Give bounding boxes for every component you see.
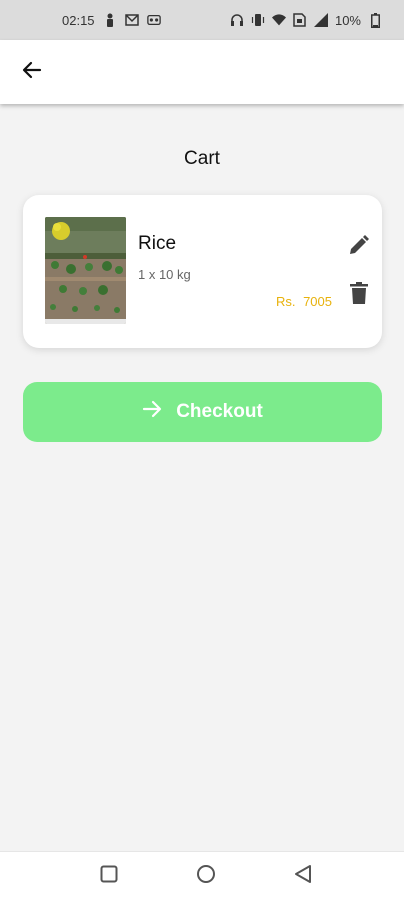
- arrow-right-icon: [142, 399, 162, 425]
- back-triangle-icon: [294, 864, 312, 889]
- wifi-icon: [271, 13, 286, 27]
- product-image: [45, 217, 126, 324]
- checkout-label: Checkout: [176, 401, 263, 422]
- item-quantity: 1 x 10 kg: [138, 267, 191, 282]
- trash-icon: [350, 281, 368, 309]
- recents-square-icon: [100, 865, 118, 888]
- pencil-icon: [348, 234, 370, 261]
- system-nav-bar: [0, 851, 404, 901]
- system-back-button[interactable]: [291, 864, 315, 888]
- item-price: Rs. 7005: [275, 294, 332, 309]
- cart-item-card[interactable]: Rice 1 x 10 kg Rs. 7005: [23, 195, 382, 348]
- sim-icon: [293, 13, 307, 27]
- mail-icon: [124, 13, 139, 27]
- status-time: 02:15: [62, 12, 95, 28]
- delete-item-button[interactable]: [345, 281, 373, 309]
- item-name: Rice: [138, 233, 177, 254]
- voicemail-icon: [146, 13, 161, 27]
- app-bar: [0, 40, 404, 104]
- recents-button[interactable]: [97, 864, 121, 888]
- checkout-button[interactable]: Checkout: [23, 382, 382, 442]
- status-left: 02:15: [62, 13, 161, 28]
- status-bar: 02:15 10%: [0, 0, 404, 40]
- back-button[interactable]: [12, 52, 52, 92]
- page-title: Cart: [184, 148, 220, 169]
- signal-icon: [313, 13, 328, 27]
- edit-item-button[interactable]: [345, 233, 373, 261]
- status-right: 10%: [230, 12, 382, 28]
- battery-icon: [368, 12, 382, 28]
- headphones-icon: [230, 13, 244, 27]
- home-button[interactable]: [194, 864, 218, 888]
- arrow-left-icon: [22, 60, 42, 85]
- battery-percentage: 10%: [334, 12, 361, 28]
- vibrate-icon: [251, 13, 265, 27]
- home-circle-icon: [196, 864, 216, 889]
- person-icon: [103, 13, 117, 27]
